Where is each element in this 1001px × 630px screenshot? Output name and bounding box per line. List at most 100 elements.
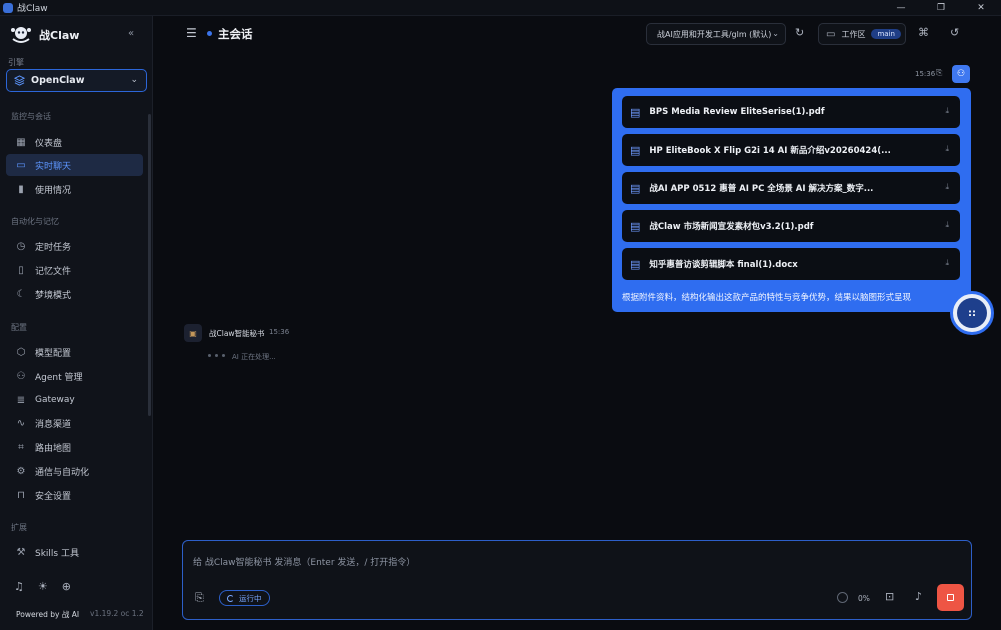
message-composer: ⎘ 运行中 0% ⊡ ♪ xyxy=(182,540,972,620)
spinner-icon xyxy=(227,594,234,602)
microphone-icon[interactable]: ♪ xyxy=(915,590,922,603)
sidebar-item-security[interactable]: ⊓ 安全设置 xyxy=(6,484,143,506)
history-icon[interactable]: ↺ xyxy=(950,26,959,39)
bot-avatar: ▣ xyxy=(184,324,202,342)
menu-icon[interactable]: ☰ xyxy=(186,26,197,40)
user-message-text: 根据附件资料，结构化输出这款产品的特性与竞争优势，结果以脑图形式呈现 xyxy=(622,293,912,303)
version-label: v1.19.2 oc 1.2 xyxy=(90,609,144,618)
sun-icon[interactable]: ☀ xyxy=(38,580,48,593)
download-icon[interactable]: ⤓ xyxy=(945,220,949,230)
file-attachment[interactable]: ▤ BPS Media Review EliteSerise(1).pdf ⤓ xyxy=(622,96,960,128)
file-name: BPS Media Review EliteSerise(1).pdf xyxy=(649,107,825,117)
robot-icon[interactable]: ⊡ xyxy=(885,590,894,603)
bar-chart-icon: ▮ xyxy=(18,183,24,195)
file-attachment[interactable]: ▤ 战AI APP 0512 惠普 AI PC 全场景 AI 解决方案_数字..… xyxy=(622,172,960,204)
typing-dot xyxy=(208,354,211,357)
download-icon[interactable]: ⤓ xyxy=(945,144,949,154)
users-icon: ⚇ xyxy=(16,370,26,382)
window-titlebar: 战Claw — ❐ ✕ xyxy=(0,0,1001,16)
file-attachment[interactable]: ▤ 知乎惠普访谈剪辑脚本 final(1).docx ⤓ xyxy=(622,248,960,280)
sidebar-item-skills[interactable]: ⚒ Skills 工具 xyxy=(6,541,143,563)
collapse-sidebar-button[interactable]: « xyxy=(128,28,134,39)
paperclip-icon[interactable]: ⎘ xyxy=(195,591,204,605)
user-message-time: 15:36 xyxy=(915,70,936,78)
model-select-value: 战AI应用和开发工具/glm (默认) xyxy=(657,29,772,39)
stop-button[interactable] xyxy=(937,584,964,611)
command-icon[interactable]: ⌘ xyxy=(918,26,929,39)
sidebar-item-live-chat[interactable]: ▭ 实时聊天 xyxy=(6,154,143,176)
globe-icon[interactable]: ⊕ xyxy=(62,580,71,593)
chevron-down-icon: ⌄ xyxy=(130,75,138,85)
typing-dot xyxy=(215,354,218,357)
download-icon[interactable]: ⤓ xyxy=(945,258,949,268)
workspace-button[interactable]: ▭ 工作区 main xyxy=(818,23,906,45)
engine-select[interactable]: OpenClaw ⌄ xyxy=(6,69,147,92)
typing-dot xyxy=(222,354,225,357)
brand[interactable]: 战Claw xyxy=(10,25,79,45)
sidebar-scrollbar[interactable] xyxy=(148,114,151,416)
user-avatar: ⚇ xyxy=(952,65,970,83)
sidebar-item-label: 模型配置 xyxy=(35,348,72,359)
file-attachment[interactable]: ▤ HP EliteBook X Flip G2i 14 AI 新品介绍v202… xyxy=(622,134,960,166)
download-icon[interactable]: ⤓ xyxy=(945,106,949,116)
running-status-chip[interactable]: 运行中 xyxy=(219,590,270,606)
copy-icon[interactable]: ⎘ xyxy=(936,68,942,78)
sidebar-item-dream-mode[interactable]: ☾ 梦境模式 xyxy=(6,283,143,305)
section-label-extensions: 扩展 xyxy=(11,523,27,532)
dashboard-icon: ▦ xyxy=(16,136,26,148)
lock-icon: ⊓ xyxy=(17,489,25,501)
sidebar-item-gateway[interactable]: ≣ Gateway xyxy=(6,389,143,411)
running-status-label: 运行中 xyxy=(239,593,262,603)
brand-logo-icon xyxy=(11,27,31,43)
layers-icon xyxy=(14,75,25,86)
sidebar-item-comms-automation[interactable]: ⚙ 通信与自动化 xyxy=(6,460,143,482)
file-icon: ▤ xyxy=(630,219,641,233)
sidebar-item-model-config[interactable]: ⬡ 模型配置 xyxy=(6,341,143,363)
model-select[interactable]: 战AI应用和开发工具/glm (默认) ⌄ xyxy=(646,23,786,45)
sidebar-item-memory-files[interactable]: ▯ 记忆文件 xyxy=(6,259,143,281)
message-input[interactable] xyxy=(193,555,893,571)
assistant-float-button[interactable]: :: xyxy=(950,291,994,335)
sidebar-item-label: 通信与自动化 xyxy=(35,467,90,478)
briefcase-icon: ▣ xyxy=(189,328,197,338)
sidebar: 战Claw « 引擎 OpenClaw ⌄ 监控与会话 ▦ 仪表盘 ▭ 实时聊天… xyxy=(0,16,153,630)
user-message-bubble: ▤ BPS Media Review EliteSerise(1).pdf ⤓ … xyxy=(612,88,971,312)
section-label-automation: 自动化与记忆 xyxy=(11,217,59,226)
window-controls: — ❐ ✕ xyxy=(881,0,1001,16)
moon-icon: ☾ xyxy=(16,288,26,300)
sidebar-item-label: 使用情况 xyxy=(35,185,72,196)
user-icon: ⚇ xyxy=(956,69,966,79)
sidebar-item-scheduled-tasks[interactable]: ◷ 定时任务 xyxy=(6,235,143,257)
file-icon: ▤ xyxy=(630,181,641,195)
page-title: 主会话 xyxy=(218,27,253,41)
file-name: 知乎惠普访谈剪辑脚本 final(1).docx xyxy=(649,260,798,270)
minimize-button[interactable]: — xyxy=(881,0,921,16)
sidebar-item-label: 消息渠道 xyxy=(35,419,72,430)
sidebar-item-route-map[interactable]: ⌗ 路由地图 xyxy=(6,436,143,458)
sidebar-item-dashboard[interactable]: ▦ 仪表盘 xyxy=(6,131,143,153)
sidebar-item-usage[interactable]: ▮ 使用情况 xyxy=(6,178,143,200)
close-button[interactable]: ✕ xyxy=(961,0,1001,16)
section-label-monitor: 监控与会话 xyxy=(11,112,51,121)
file-name: 战Claw 市场新闻宣发素材包v3.2(1).pdf xyxy=(649,222,814,232)
sidebar-item-agent-management[interactable]: ⚇ Agent 管理 xyxy=(6,365,143,387)
maximize-button[interactable]: ❐ xyxy=(921,0,961,16)
app-icon xyxy=(3,2,13,13)
session-status-dot xyxy=(207,31,212,36)
bot-status-text: AI 正在处理... xyxy=(232,353,276,361)
bell-icon[interactable]: ♫ xyxy=(14,580,24,593)
sidebar-item-label: 安全设置 xyxy=(35,491,72,502)
download-icon[interactable]: ⤓ xyxy=(945,182,949,192)
file-icon: ▤ xyxy=(630,143,641,157)
sidebar-item-message-channels[interactable]: ∿ 消息渠道 xyxy=(6,412,143,434)
window-title: 战Claw xyxy=(17,4,48,14)
workspace-label: 工作区 xyxy=(841,29,866,39)
clock-icon: ◷ xyxy=(16,240,26,252)
assistant-face-icon: :: xyxy=(957,298,987,328)
powered-by: Powered by 战 AI xyxy=(16,610,80,619)
sidebar-item-label: Agent 管理 xyxy=(35,372,83,383)
engine-value: OpenClaw xyxy=(31,75,85,86)
cube-icon: ⬡ xyxy=(16,346,26,358)
file-attachment[interactable]: ▤ 战Claw 市场新闻宣发素材包v3.2(1).pdf ⤓ xyxy=(622,210,960,242)
refresh-icon[interactable]: ↻ xyxy=(795,26,804,39)
